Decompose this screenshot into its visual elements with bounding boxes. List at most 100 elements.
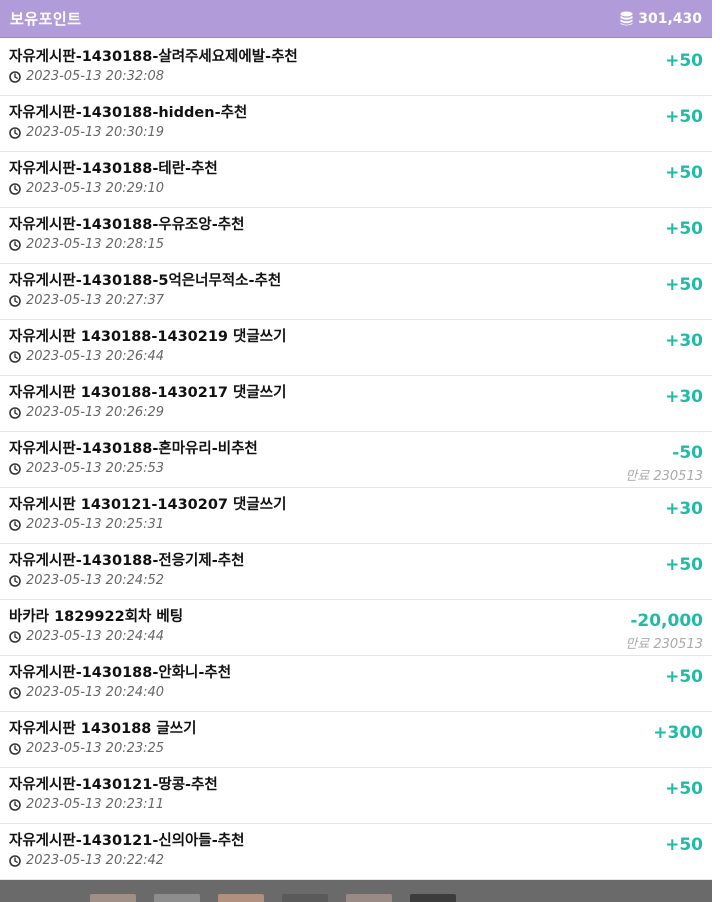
item-timestamp: 2023-05-13 20:26:44 [9, 349, 286, 364]
item-timestamp: 2023-05-13 20:25:53 [9, 461, 258, 476]
item-timestamp: 2023-05-13 20:23:11 [9, 797, 218, 812]
thumbnail[interactable] [346, 894, 392, 902]
balance-value: 301,430 [638, 10, 702, 27]
list-item: 자유게시판-1430188-살려주세요제에발-추천 2023-05-13 20:… [0, 40, 712, 96]
item-description: 자유게시판 1430188 글쓰기 [9, 721, 197, 737]
list-item: 자유게시판 1430121-1430207 댓글쓰기 2023-05-13 20… [0, 488, 712, 544]
footer-section [0, 880, 712, 902]
item-description: 자유게시판-1430188-혼마유리-비추천 [9, 441, 258, 457]
list-item: 자유게시판-1430188-테란-추천 2023-05-13 20:29:10 … [0, 152, 712, 208]
list-item: 자유게시판-1430188-혼마유리-비추천 2023-05-13 20:25:… [0, 432, 712, 488]
item-expiry: 만료 230513 [625, 637, 703, 652]
thumbnail[interactable] [282, 894, 328, 902]
item-description: 자유게시판-1430188-전응기제-추천 [9, 553, 245, 569]
list-item: 자유게시판-1430188-우유조앙-추천 2023-05-13 20:28:1… [0, 208, 712, 264]
item-time-text: 2023-05-13 20:23:11 [26, 797, 165, 812]
item-amount: +50 [665, 219, 703, 239]
list-item: 자유게시판-1430188-5억은너무적소-추천 2023-05-13 20:2… [0, 264, 712, 320]
clock-icon [9, 574, 21, 587]
points-title: 보유포인트 [10, 10, 82, 28]
item-description: 자유게시판 1430188-1430219 댓글쓰기 [9, 329, 287, 345]
item-description: 자유게시판 1430121-1430207 댓글쓰기 [9, 497, 287, 513]
thumbnail[interactable] [154, 894, 200, 902]
thumbnail[interactable] [218, 894, 264, 902]
item-description: 자유게시판-1430121-땅콩-추천 [9, 777, 218, 793]
item-description: 자유게시판 1430188-1430217 댓글쓰기 [9, 385, 287, 401]
item-amount: +50 [665, 835, 703, 855]
item-timestamp: 2023-05-13 20:26:29 [9, 405, 286, 420]
clock-icon [9, 630, 21, 643]
points-balance: 301,430 [620, 11, 702, 27]
item-timestamp: 2023-05-13 20:27:37 [9, 293, 281, 308]
clock-icon [9, 686, 21, 699]
clock-icon [9, 406, 21, 419]
item-timestamp: 2023-05-13 20:30:19 [9, 125, 247, 140]
item-description: 자유게시판-1430188-테란-추천 [9, 161, 218, 177]
clock-icon [9, 126, 21, 139]
item-timestamp: 2023-05-13 20:32:08 [9, 69, 298, 84]
item-amount: +30 [665, 499, 703, 519]
item-timestamp: 2023-05-13 20:23:25 [9, 741, 196, 756]
item-time-text: 2023-05-13 20:22:42 [26, 853, 165, 868]
item-description: 자유게시판-1430188-살려주세요제에발-추천 [9, 49, 298, 65]
item-amount: +50 [665, 667, 703, 687]
item-description: 자유게시판-1430188-안화니-추천 [9, 665, 232, 681]
points-history-list: 자유게시판-1430188-살려주세요제에발-추천 2023-05-13 20:… [0, 40, 712, 880]
thumbnail[interactable] [90, 894, 136, 902]
list-item: 바카라 1829922회차 베팅 2023-05-13 20:24:44 -20… [0, 600, 712, 656]
clock-icon [9, 294, 21, 307]
thumbnail[interactable] [410, 894, 456, 902]
item-time-text: 2023-05-13 20:27:37 [26, 293, 165, 308]
item-time-text: 2023-05-13 20:23:25 [26, 741, 165, 756]
clock-icon [9, 238, 21, 251]
item-amount: +30 [665, 331, 703, 351]
item-time-text: 2023-05-13 20:32:08 [26, 69, 165, 84]
item-timestamp: 2023-05-13 20:25:31 [9, 517, 286, 532]
clock-icon [9, 350, 21, 363]
clock-icon [9, 742, 21, 755]
item-timestamp: 2023-05-13 20:24:40 [9, 685, 231, 700]
list-item: 자유게시판-1430188-전응기제-추천 2023-05-13 20:24:5… [0, 544, 712, 600]
item-amount: +50 [665, 51, 703, 71]
item-amount: +300 [653, 723, 703, 743]
item-amount: +50 [665, 779, 703, 799]
item-timestamp: 2023-05-13 20:22:42 [9, 853, 244, 868]
item-amount: +50 [665, 555, 703, 575]
item-time-text: 2023-05-13 20:24:44 [26, 629, 165, 644]
list-item: 자유게시판-1430121-신의아들-추천 2023-05-13 20:22:4… [0, 824, 712, 880]
item-amount: +30 [665, 387, 703, 407]
clock-icon [9, 854, 21, 867]
item-time-text: 2023-05-13 20:26:29 [26, 405, 165, 420]
item-time-text: 2023-05-13 20:24:40 [26, 685, 165, 700]
item-amount: +50 [665, 275, 703, 295]
item-timestamp: 2023-05-13 20:29:10 [9, 181, 218, 196]
item-description: 자유게시판-1430188-5억은너무적소-추천 [9, 273, 282, 289]
clock-icon [9, 518, 21, 531]
item-amount: -50 [672, 443, 703, 463]
clock-icon [9, 70, 21, 83]
clock-icon [9, 182, 21, 195]
thumbnail-strip [90, 894, 456, 902]
list-item: 자유게시판-1430188-hidden-추천 2023-05-13 20:30… [0, 96, 712, 152]
list-item: 자유게시판 1430188-1430217 댓글쓰기 2023-05-13 20… [0, 376, 712, 432]
item-time-text: 2023-05-13 20:26:44 [26, 349, 165, 364]
item-time-text: 2023-05-13 20:25:53 [26, 461, 165, 476]
list-item: 자유게시판 1430188-1430219 댓글쓰기 2023-05-13 20… [0, 320, 712, 376]
item-time-text: 2023-05-13 20:30:19 [26, 125, 165, 140]
list-item: 자유게시판 1430188 글쓰기 2023-05-13 20:23:25 +3… [0, 712, 712, 768]
coins-stack-icon [620, 11, 633, 26]
item-description: 자유게시판-1430188-hidden-추천 [9, 105, 248, 121]
list-item: 자유게시판-1430188-안화니-추천 2023-05-13 20:24:40… [0, 656, 712, 712]
item-time-text: 2023-05-13 20:29:10 [26, 181, 165, 196]
list-item: 자유게시판-1430121-땅콩-추천 2023-05-13 20:23:11 … [0, 768, 712, 824]
item-timestamp: 2023-05-13 20:24:44 [9, 629, 183, 644]
item-timestamp: 2023-05-13 20:24:52 [9, 573, 244, 588]
item-amount: +50 [665, 163, 703, 183]
clock-icon [9, 798, 21, 811]
item-amount: +50 [665, 107, 703, 127]
item-description: 자유게시판-1430121-신의아들-추천 [9, 833, 245, 849]
points-header: 보유포인트 301,430 [0, 0, 712, 38]
item-time-text: 2023-05-13 20:28:15 [26, 237, 165, 252]
item-time-text: 2023-05-13 20:25:31 [26, 517, 165, 532]
item-description: 자유게시판-1430188-우유조앙-추천 [9, 217, 245, 233]
